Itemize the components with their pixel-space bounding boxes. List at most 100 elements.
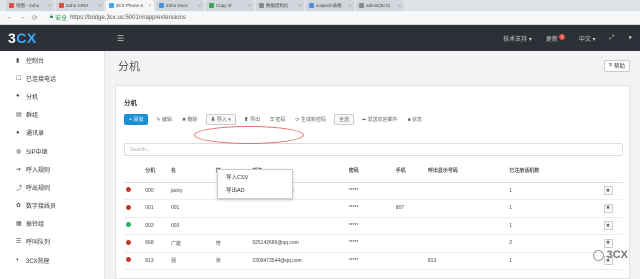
column-header[interactable]: 名 <box>168 162 214 183</box>
tab-label: 数据结构比 <box>266 2 289 8</box>
cell-pwd: ***** <box>346 199 394 218</box>
export-button[interactable]: ⬆ 导出 <box>242 114 262 125</box>
sidebar-item[interactable]: ◍ SIP中继 <box>0 142 104 160</box>
extensions-table: 分机名姓邮件密码手机呼出显示号码已注册话机数 000jackyjoe@voipt… <box>124 162 623 270</box>
tab-close-icon[interactable]: × <box>48 3 51 8</box>
tab-close-icon[interactable]: × <box>198 3 201 8</box>
dashboard-icon: ▮ <box>16 57 20 64</box>
back-icon[interactable]: ← <box>6 14 13 21</box>
cell-registered: 1 <box>507 182 602 200</box>
queue-icon: ☰ <box>16 239 22 246</box>
browser-tab[interactable]: Zoho Docs × <box>156 0 204 11</box>
language-menu[interactable]: 中文 ▾ <box>579 34 596 43</box>
cell-ext: 813 <box>143 252 169 270</box>
delete-button[interactable]: ✖ 删除 <box>180 114 200 125</box>
browser-tab[interactable]: admin(3CX) × <box>356 0 404 11</box>
updates-menu[interactable]: 更新 3 <box>546 33 565 43</box>
delete-row-icon[interactable]: ✖ <box>603 203 613 213</box>
cell-mobile: 807 <box>393 199 426 218</box>
sidebar-item[interactable]: ☰ 呼叫队列 <box>0 233 104 251</box>
3cx-logo[interactable]: 3 CX <box>0 25 105 51</box>
cell-email <box>250 217 347 235</box>
select-all-button[interactable]: 全选 <box>333 114 354 125</box>
table-row[interactable]: 003 003 ***** 1 ✖ <box>124 217 623 235</box>
cell-email: 925142686@qq.com <box>250 234 347 253</box>
cell-first: 003 <box>168 217 214 235</box>
url-field[interactable]: 🔒︎ 安全 https://bridge.3cx.us:5001/#/app/e… <box>50 13 186 22</box>
status-dot-icon <box>126 204 131 210</box>
sidebar-item[interactable]: ⤴ 呼出规则 <box>0 178 104 196</box>
password-button[interactable]: ⚿ 密码 <box>268 114 287 125</box>
tab-label: Zoho Docs <box>166 3 188 8</box>
forward-icon[interactable]: → <box>19 14 26 21</box>
sidebar-item[interactable]: ▮ 控制台 <box>0 51 104 69</box>
sidebar-item[interactable]: ☐ 已连接电话 <box>0 69 104 87</box>
page-title: 分机 <box>118 61 140 73</box>
column-header[interactable]: 分机 <box>143 162 169 183</box>
tab-favicon-icon <box>109 3 114 8</box>
tab-close-icon[interactable]: × <box>398 3 401 8</box>
delete-row-icon[interactable]: ✖ <box>603 186 613 196</box>
tab-close-icon[interactable]: × <box>98 3 101 8</box>
menu-toggle-icon[interactable]: ☰ <box>117 34 124 43</box>
column-header[interactable]: 密码 <box>346 162 394 183</box>
sidebar-item[interactable]: ▤ 群组 <box>0 106 104 124</box>
send-welcome-button[interactable]: ➦ 发送欢迎邮件 <box>360 114 400 125</box>
support-menu[interactable]: 技术支持 ▾ <box>503 34 532 43</box>
sidebar-item-label: 通讯录 <box>26 131 45 138</box>
tab-close-icon[interactable]: × <box>148 3 151 8</box>
sidebar-item[interactable]: ◐ 3CX热座 <box>0 251 104 269</box>
column-header[interactable]: 手机 <box>393 162 426 183</box>
search-input[interactable]: Search... <box>124 143 623 156</box>
fullscreen-icon[interactable]: ⤢ <box>610 35 615 42</box>
cell-outcid <box>425 182 508 200</box>
cell-mobile <box>393 182 426 200</box>
reload-icon[interactable]: ⟳ <box>32 14 38 22</box>
sidebar-item[interactable]: ➔ 呼入规则 <box>0 160 104 178</box>
delete-row-icon[interactable]: ✖ <box>603 221 613 231</box>
sidebar-item[interactable]: ● 通讯录 <box>0 124 104 142</box>
regenerate-password-button[interactable]: ⟳ 生成新密码 <box>293 114 328 125</box>
table-row[interactable]: 813 强张 2309473544@qq.com ***** 813 1 ✖ <box>124 252 623 270</box>
table-row[interactable]: 000jackyjoe@voiptech.com*****1✖ <box>124 182 623 200</box>
panel-title: 分机 <box>124 100 137 107</box>
import-csv-option[interactable]: 导入CSV <box>218 170 292 183</box>
browser-tab[interactable]: 数据结构比 × <box>256 0 304 11</box>
column-header[interactable]: 呼出显示号码 <box>425 162 508 183</box>
add-button[interactable]: + 添加 <box>124 114 149 125</box>
status-cell <box>124 217 144 235</box>
status-button[interactable]: ■ 状态 <box>406 114 424 125</box>
browser-tab[interactable]: Copy of × <box>206 0 254 11</box>
browser-tab[interactable]: Zoho CRM × <box>56 0 104 11</box>
ring-group-icon: ▦ <box>16 221 22 228</box>
browser-tab[interactable]: 3CX Phone S × <box>106 0 154 11</box>
tab-close-icon[interactable]: × <box>248 3 251 8</box>
edit-button[interactable]: ✎ 编辑 <box>154 114 174 125</box>
column-header[interactable]: 已注册话机数 <box>507 162 602 183</box>
help-button[interactable]: ❓︎ 帮助 <box>603 60 630 72</box>
import-dropdown: 导入CSV 导出AD <box>217 169 293 199</box>
column-header <box>124 162 144 183</box>
user-icon[interactable]: ● <box>628 35 632 41</box>
table-row[interactable]: 001 001 ***** 807 1 ✖ <box>124 199 623 218</box>
import-ad-option[interactable]: 导出AD <box>218 183 292 196</box>
cell-pwd: ***** <box>346 182 394 200</box>
cell-pwd: ***** <box>346 234 394 253</box>
sidebar-item[interactable]: ▦ 振铃组 <box>0 215 104 233</box>
tab-close-icon[interactable]: × <box>298 3 301 8</box>
cell-first: 001 <box>168 199 214 218</box>
browser-tab[interactable]: 地图 - Zoho × <box>6 0 54 11</box>
browser-tab[interactable]: voiptech表格 × <box>306 0 354 11</box>
sidebar-item-label: 呼叫队列 <box>26 240 51 247</box>
sidebar-item[interactable]: ● 分机 <box>0 87 104 105</box>
app-header: 3 CX ☰ 技术支持 ▾ 更新 3 中文 ▾ ⤢ ● <box>0 25 640 51</box>
table-header: 分机名姓邮件密码手机呼出显示号码已注册话机数 <box>124 162 623 183</box>
cell-registered: 1 <box>507 217 602 235</box>
sidebar-item[interactable]: ✿ 数字接线员 <box>0 197 104 215</box>
table-row[interactable]: 668 广能符 925142686@qq.com ***** 2 ✖ <box>124 234 623 253</box>
wechat-icon <box>592 249 604 261</box>
cell-email: 2309473544@qq.com <box>250 252 347 270</box>
tab-close-icon[interactable]: × <box>348 3 351 8</box>
delete-row-icon[interactable]: ✖ <box>603 238 613 248</box>
import-button[interactable]: ⬇ 导入 ▾ <box>205 114 236 125</box>
